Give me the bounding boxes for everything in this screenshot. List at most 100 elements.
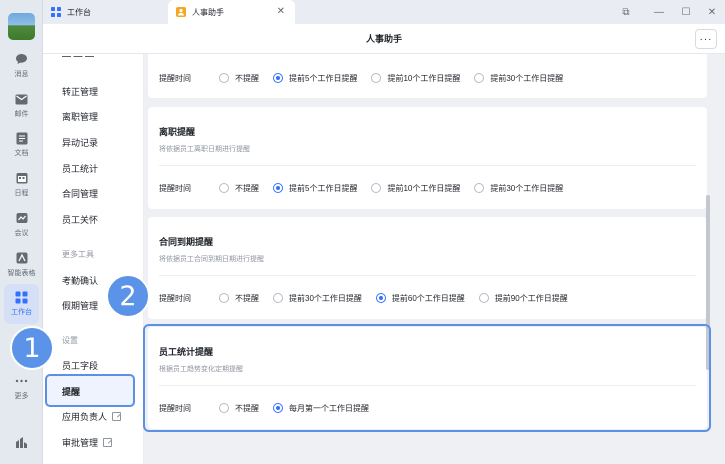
- radio-label: 提前10个工作日提醒: [387, 183, 461, 193]
- minimize-icon[interactable]: —: [649, 0, 669, 24]
- radio-label: 不提醒: [235, 183, 259, 193]
- radio-button[interactable]: [273, 293, 283, 303]
- close-icon[interactable]: ✕: [277, 6, 285, 17]
- highlight-box-employee-stats: [143, 324, 711, 432]
- smart-sheet-icon: [15, 251, 29, 265]
- rail-item-mail[interactable]: 邮件: [0, 92, 43, 128]
- more-button[interactable]: ···: [695, 29, 717, 49]
- sidebar-item-employee-fields[interactable]: 员工字段: [62, 359, 98, 372]
- sidebar-item-approval[interactable]: 审批管理: [62, 436, 113, 449]
- calendar-icon: [15, 171, 29, 185]
- sidebar-item-transfers[interactable]: 异动记录: [62, 136, 98, 149]
- rail-item-more[interactable]: 更多: [0, 374, 43, 410]
- rail-label: 日程: [14, 190, 29, 197]
- radio-button[interactable]: [474, 73, 485, 83]
- radio-button-selected[interactable]: [375, 293, 386, 303]
- window-close-icon[interactable]: ✕: [702, 0, 722, 24]
- step-badge-2: 2: [106, 274, 150, 318]
- radio-label: 不提醒: [235, 293, 259, 303]
- radio-button[interactable]: [219, 183, 229, 193]
- tab-label: 工作台: [67, 7, 91, 17]
- rail-label: 消息: [14, 71, 29, 78]
- step-badge-1: 1: [10, 326, 54, 370]
- avatar[interactable]: [8, 13, 35, 40]
- reminder-card-resignation: 离职提醒 将依据员工离职日期进行提醒 提醒时间 不提醒 提前5个工作日提醒 提前…: [148, 107, 707, 209]
- card-title: 离职提醒: [159, 127, 196, 137]
- sidebar-item-probation[interactable]: 转正管理: [62, 85, 98, 98]
- sidebar-item-reminders[interactable]: 提醒: [62, 385, 80, 398]
- radio-button-selected[interactable]: [273, 73, 283, 83]
- sidebar-item-app-admin[interactable]: 应用负责人: [62, 410, 122, 423]
- grid-icon: [15, 290, 29, 304]
- reminder-time-row: 提醒时间 不提醒 提前30个工作日提醒 提前60个工作日提醒 提前90个工作日提…: [159, 291, 582, 305]
- sidebar-item-label: 审批管理: [62, 438, 99, 448]
- sidebar-item-contracts[interactable]: 合同管理: [62, 187, 98, 200]
- divider: [159, 275, 696, 276]
- radio-label: 提前30个工作日提醒: [490, 73, 564, 83]
- radio-button[interactable]: [478, 293, 489, 303]
- rail-item-messages[interactable]: 消息: [0, 52, 43, 88]
- radio-option[interactable]: 提前30个工作日提醒: [474, 73, 563, 84]
- sidebar-item-resignation[interactable]: 离职管理: [62, 110, 98, 123]
- radio-option[interactable]: 不提醒: [219, 183, 259, 194]
- mail-icon: [15, 92, 29, 106]
- radio-button-selected[interactable]: [273, 183, 283, 193]
- maximize-icon[interactable]: ☐: [676, 0, 696, 24]
- radio-option[interactable]: 提前10个工作日提醒: [371, 73, 460, 84]
- sidebar-active-highlight: [45, 374, 135, 407]
- more-dots-icon: [15, 374, 29, 388]
- radio-button[interactable]: [474, 183, 485, 193]
- radio-option[interactable]: 提前5个工作日提醒: [273, 73, 357, 84]
- rail-label: 邮件: [14, 111, 29, 118]
- rail-label: 智能表格: [7, 270, 36, 277]
- radio-label: 不提醒: [235, 73, 259, 83]
- rail-item-calendar[interactable]: 日程: [0, 171, 43, 207]
- sidebar-item-attendance[interactable]: 考勤确认: [62, 274, 98, 287]
- card-description: 将依据员工离职日期进行提醒: [159, 146, 250, 153]
- rail-item-docs[interactable]: 文档: [0, 131, 43, 167]
- sidebar-group-more-tools: 更多工具: [62, 250, 94, 259]
- rail-item-smart-sheet[interactable]: 智能表格: [0, 251, 43, 287]
- rail-label: 工作台: [11, 309, 32, 316]
- reminder-time-label: 提醒时间: [159, 73, 191, 83]
- external-link-icon: [103, 438, 113, 447]
- radio-option[interactable]: 不提醒: [219, 293, 259, 304]
- external-link-icon: [112, 412, 122, 421]
- sidebar-menu: ▬ ▬ ▬ 转正管理 离职管理 异动记录 员工统计 合同管理 员工关怀 更多工具…: [43, 54, 144, 464]
- radio-option[interactable]: 提前10个工作日提醒: [371, 183, 460, 194]
- radio-option[interactable]: 提前5个工作日提醒: [273, 183, 357, 194]
- reminder-time-row: 提醒时间 不提醒 提前5个工作日提醒 提前10个工作日提醒 提前30个工作日提醒: [159, 71, 577, 85]
- popout-icon[interactable]: ⧉: [616, 0, 636, 24]
- sidebar-group-settings: 设置: [62, 336, 78, 345]
- radio-button[interactable]: [219, 73, 229, 83]
- radio-button[interactable]: [371, 183, 382, 193]
- rail-item-meeting[interactable]: 会议: [0, 211, 43, 247]
- tab-workbench[interactable]: 工作台: [43, 0, 168, 24]
- rail-label: 更多: [14, 393, 29, 400]
- tab-hr-assistant[interactable]: 人事助手 ✕: [168, 0, 295, 24]
- sidebar-item-employee-stats[interactable]: 员工统计: [62, 162, 98, 175]
- page-title: 人事助手: [365, 34, 402, 44]
- radio-option[interactable]: 不提醒: [219, 73, 259, 84]
- radio-option[interactable]: 提前90个工作日提醒: [478, 293, 568, 304]
- radio-button[interactable]: [371, 73, 382, 83]
- radio-button[interactable]: [219, 293, 229, 303]
- radio-label: 提前10个工作日提醒: [387, 73, 461, 83]
- radio-option[interactable]: 提前30个工作日提醒: [474, 183, 563, 194]
- video-meeting-icon: [15, 211, 29, 225]
- sidebar-item-leave[interactable]: 假期管理: [62, 299, 98, 312]
- radio-option[interactable]: 提前30个工作日提醒: [273, 293, 362, 304]
- radio-label: 提前5个工作日提醒: [289, 183, 358, 193]
- grid-icon: [51, 7, 61, 17]
- radio-label: 提前5个工作日提醒: [289, 73, 358, 83]
- rail-item-workbench[interactable]: 工作台: [0, 290, 43, 326]
- sidebar-item-employee-care[interactable]: 员工关怀: [62, 213, 98, 226]
- document-icon: [15, 131, 29, 145]
- radio-option[interactable]: 提前60个工作日提醒: [375, 293, 465, 304]
- reminder-card-probation: 提醒时间 不提醒 提前5个工作日提醒 提前10个工作日提醒 提前30个工作日提醒: [148, 54, 707, 98]
- app-logo-icon[interactable]: [15, 436, 28, 449]
- chat-bubble-icon: [15, 52, 29, 66]
- sidebar-item-label: 应用负责人: [62, 412, 108, 422]
- app-header: 人事助手 ···: [43, 24, 725, 54]
- reminder-time-label: 提醒时间: [159, 183, 191, 193]
